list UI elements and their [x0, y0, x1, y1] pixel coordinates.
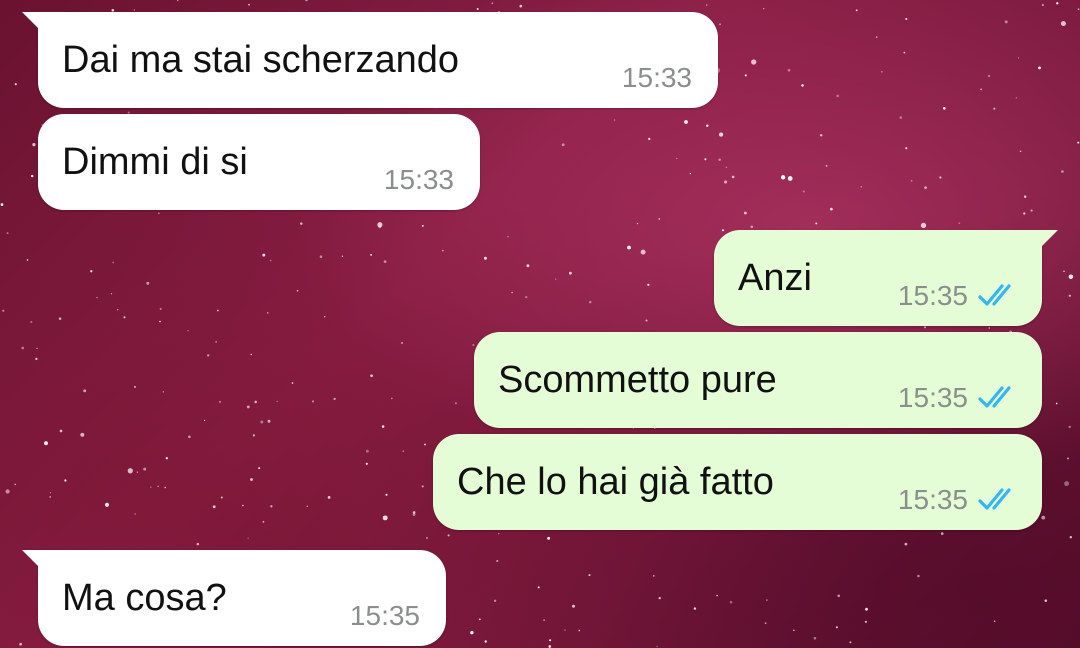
message-text: Ma cosa? — [62, 577, 227, 619]
message-bubble-outgoing[interactable]: Scommetto pure 15:35 — [474, 332, 1042, 428]
message-meta: 15:33 — [384, 164, 454, 196]
message-meta: 15:35 — [350, 600, 420, 632]
message-text: Dai ma stai scherzando — [62, 39, 460, 81]
double-check-icon — [978, 284, 1011, 306]
message-time: 15:35 — [897, 484, 968, 515]
message-time: 15:35 — [897, 280, 968, 311]
message-text: Scommetto pure — [498, 359, 777, 401]
message-text: Che lo hai già fatto — [457, 461, 774, 503]
message-bubble-incoming[interactable]: Ma cosa? 15:35 — [22, 550, 446, 646]
message-bubble-incoming[interactable]: Dai ma stai scherzando 15:33 — [22, 12, 718, 108]
bubble-tail — [22, 550, 44, 572]
message-meta: 15:35 — [898, 280, 1020, 312]
message-meta: 15:35 — [898, 484, 1020, 516]
message-text: Anzi — [738, 257, 812, 299]
message-meta: 15:35 — [898, 382, 1020, 414]
double-check-icon — [978, 488, 1011, 510]
double-check-icon — [978, 386, 1011, 408]
message-bubble-outgoing[interactable]: Anzi 15:35 — [714, 230, 1058, 326]
message-time: 15:35 — [349, 600, 420, 631]
bubble-tail — [1036, 230, 1058, 252]
message-text: Dimmi di si — [62, 141, 248, 183]
message-time: 15:33 — [621, 62, 692, 93]
bubble-tail — [22, 12, 44, 34]
message-bubble-incoming[interactable]: Dimmi di si 15:33 — [38, 114, 480, 210]
message-meta: 15:33 — [622, 62, 692, 94]
message-bubble-outgoing[interactable]: Che lo hai già fatto 15:35 — [433, 434, 1042, 530]
message-time: 15:33 — [383, 164, 454, 195]
message-time: 15:35 — [897, 382, 968, 413]
